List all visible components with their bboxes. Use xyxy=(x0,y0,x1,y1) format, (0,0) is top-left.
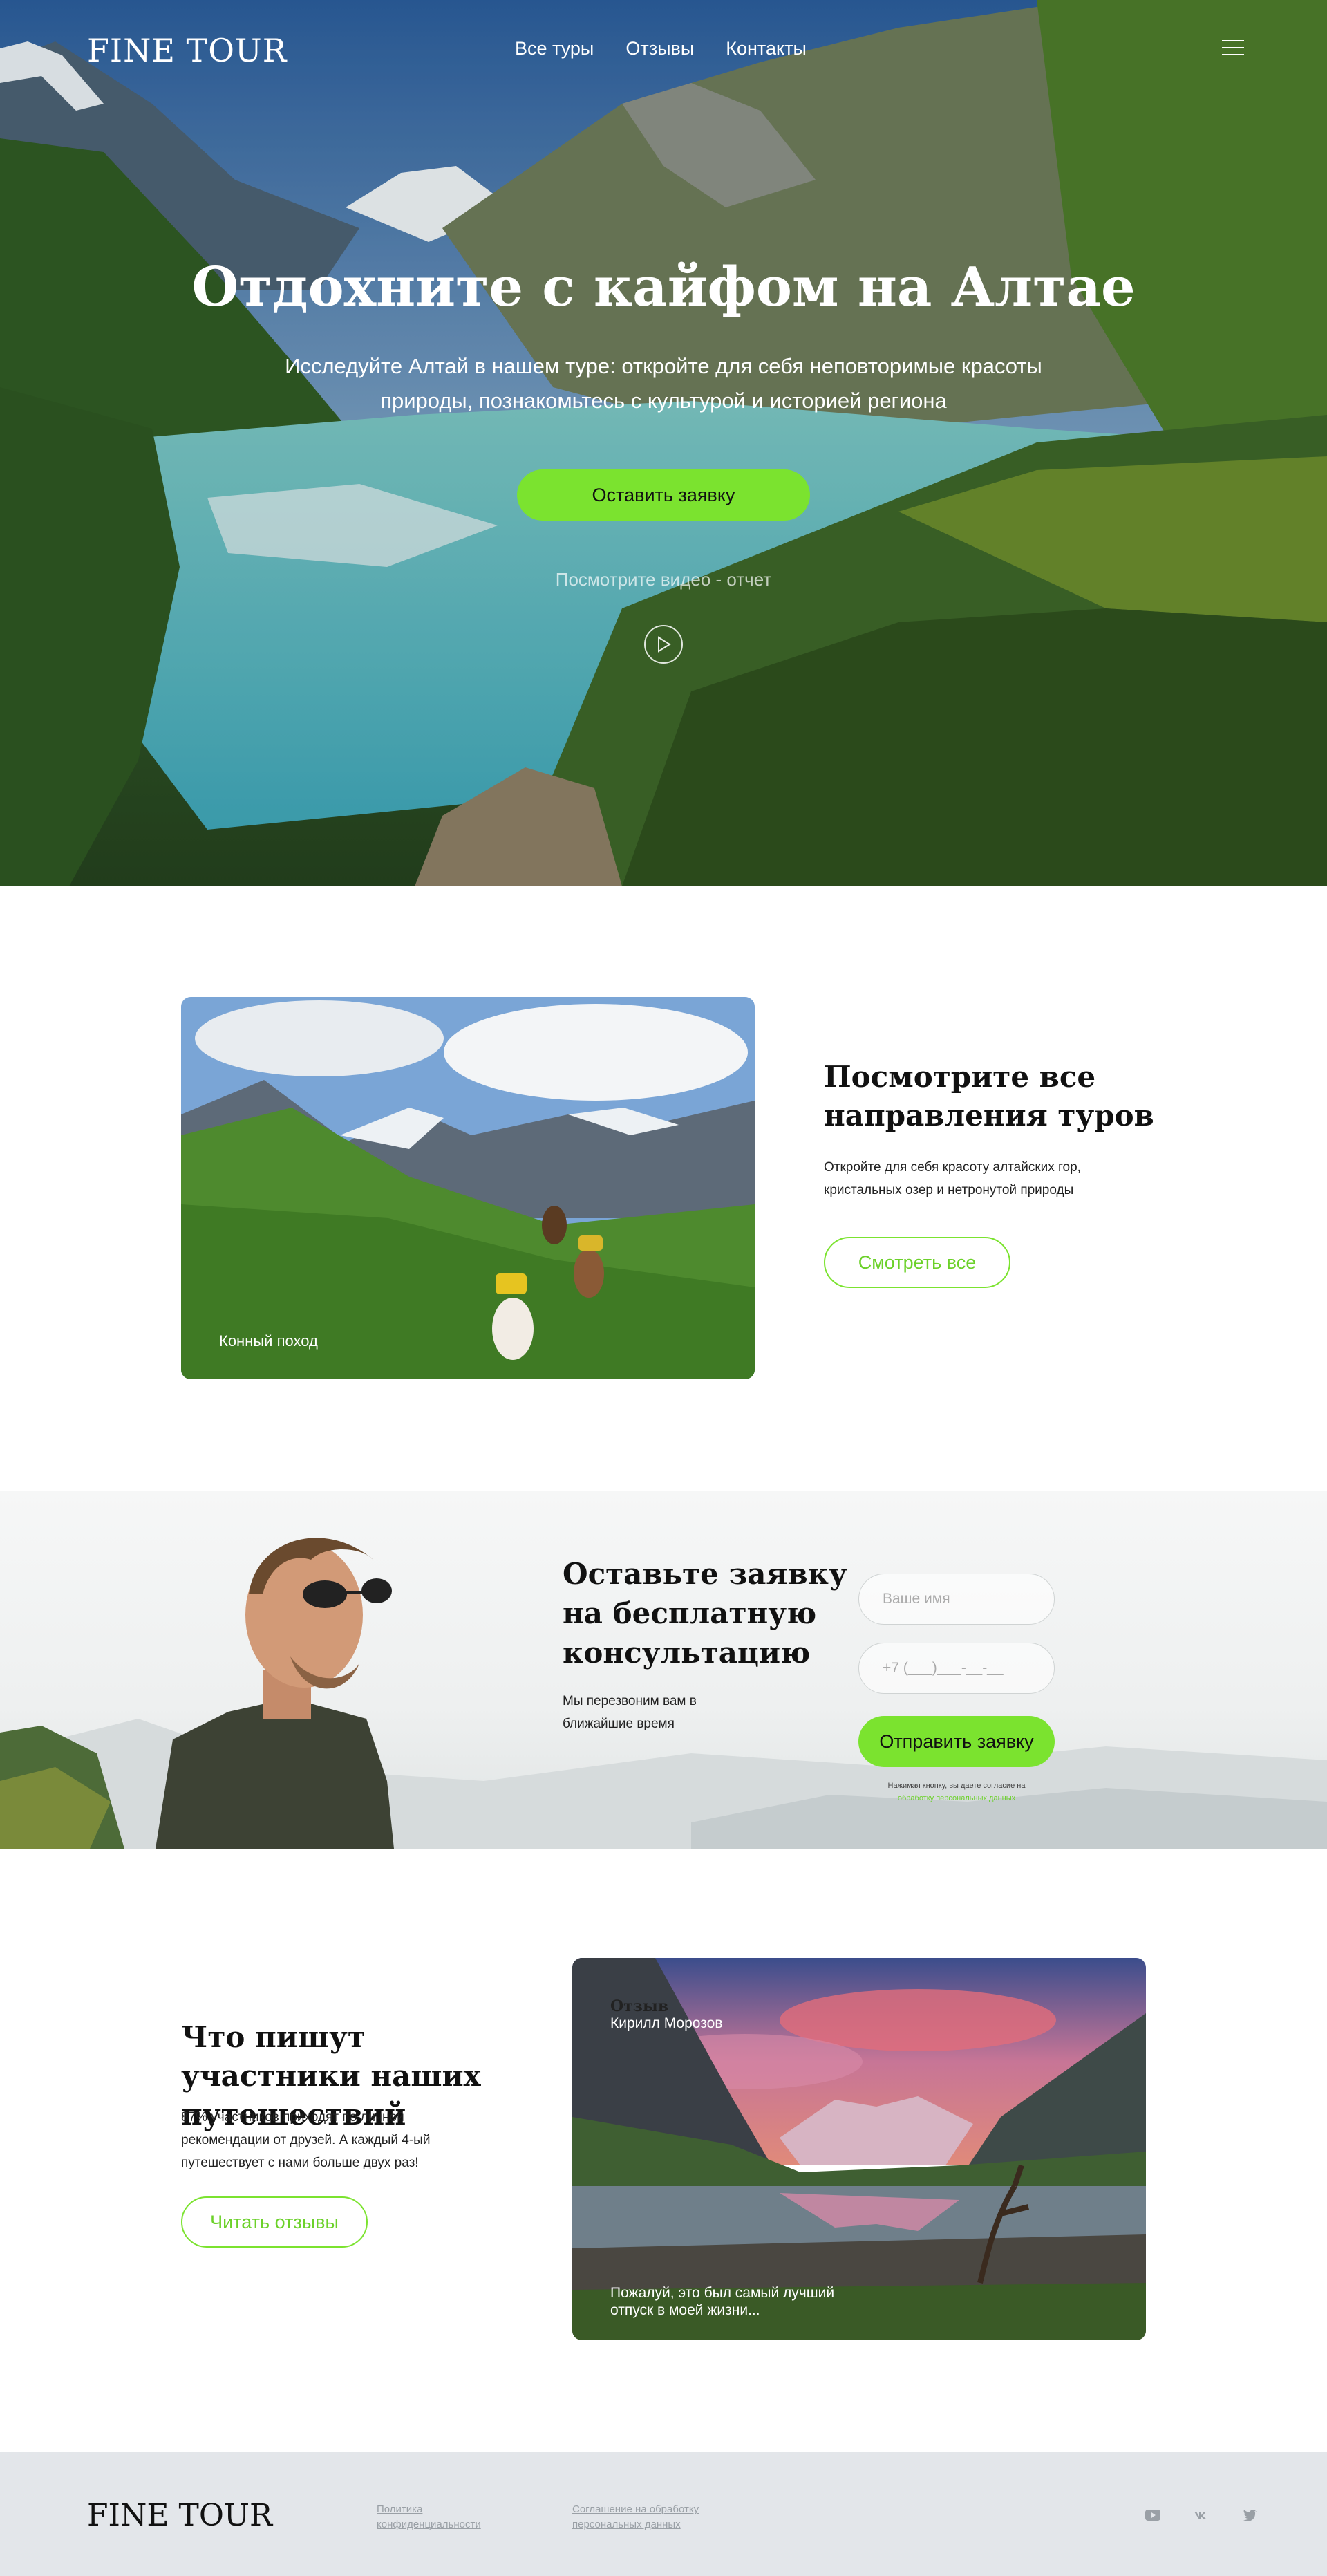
horse-trek-image[interactable]: Конный поход xyxy=(181,997,755,1379)
reviewer-name: Кирилл Морозов xyxy=(610,2015,723,2031)
nav-links: Все туры Отзывы Контакты xyxy=(515,38,807,59)
name-input[interactable]: Ваше имя xyxy=(858,1574,1055,1625)
consent-link[interactable]: обработку персональных данных xyxy=(898,1794,1015,1802)
review-quote: Пожалуй, это был самый лучший отпуск в м… xyxy=(610,2285,835,2318)
consultation-description: Мы перезвоним вам в ближайшие время xyxy=(563,1694,697,1731)
leave-request-button[interactable]: Оставить заявку xyxy=(517,469,810,521)
tours-title: Посмотрите все направления туров xyxy=(824,1060,1154,1132)
twitter-icon[interactable] xyxy=(1241,2508,1258,2522)
consultation-title: Оставьте заявку на бесплатную консультац… xyxy=(563,1557,847,1670)
footer: FINE TOUR Политика конфиденциальности Со… xyxy=(0,2452,1327,2576)
footer-logo[interactable]: FINE TOUR xyxy=(87,2498,272,2533)
review-label: Отзыв xyxy=(610,1997,669,2015)
consultation-section: Оставьте заявку на бесплатную консультац… xyxy=(0,1491,1327,1849)
reviews-description: 87% участников приходят по личной рекоме… xyxy=(181,2110,431,2170)
youtube-icon[interactable] xyxy=(1145,2508,1161,2522)
nav-link-all-tours[interactable]: Все туры xyxy=(515,38,594,59)
play-icon[interactable] xyxy=(644,625,683,664)
video-report-label[interactable]: Посмотрите видео - отчет xyxy=(0,569,1327,590)
tours-section: Конный поход Посмотрите все направления … xyxy=(0,886,1327,1491)
menu-icon[interactable] xyxy=(1222,40,1244,58)
read-reviews-button[interactable]: Читать отзывы xyxy=(181,2196,368,2248)
review-card[interactable]: Отзыв Кирилл Морозов Пожалуй, это был са… xyxy=(572,1958,1146,2340)
hero-subtitle: Исследуйте Алтай в нашем туре: откройте … xyxy=(285,354,1042,413)
consent-note: Нажимая кнопку, вы даете согласие на обр… xyxy=(858,1780,1055,1804)
privacy-policy-link[interactable]: Политика конфиденциальности xyxy=(377,2502,529,2532)
hero-section: FINE TOUR Все туры Отзывы Контакты Отдох… xyxy=(0,0,1327,886)
view-all-button[interactable]: Смотреть все xyxy=(824,1237,1010,1288)
phone-input[interactable]: +7 (___)___-__-__ xyxy=(858,1643,1055,1694)
submit-request-button[interactable]: Отправить заявку xyxy=(858,1716,1055,1767)
hero-overlay xyxy=(0,0,1327,886)
tours-description: Откройте для себя красоту алтайских гор,… xyxy=(824,1160,1081,1197)
top-navigation: FINE TOUR Все туры Отзывы Контакты xyxy=(0,0,1327,97)
personal-data-agreement-link[interactable]: Соглашение на обработку персональных дан… xyxy=(572,2502,724,2532)
nav-link-reviews[interactable]: Отзывы xyxy=(625,38,694,59)
hero-title: Отдохните с кайфом на Алтае xyxy=(191,256,1136,319)
logo[interactable]: FINE TOUR xyxy=(87,32,287,69)
nav-link-contacts[interactable]: Контакты xyxy=(726,38,807,59)
reviews-section: Что пишут участники наших путешествий 87… xyxy=(0,1849,1327,2452)
vk-icon[interactable] xyxy=(1193,2508,1210,2522)
tour-image-caption: Конный поход xyxy=(219,1332,318,1350)
consent-text: Нажимая кнопку, вы даете согласие на xyxy=(887,1782,1026,1790)
